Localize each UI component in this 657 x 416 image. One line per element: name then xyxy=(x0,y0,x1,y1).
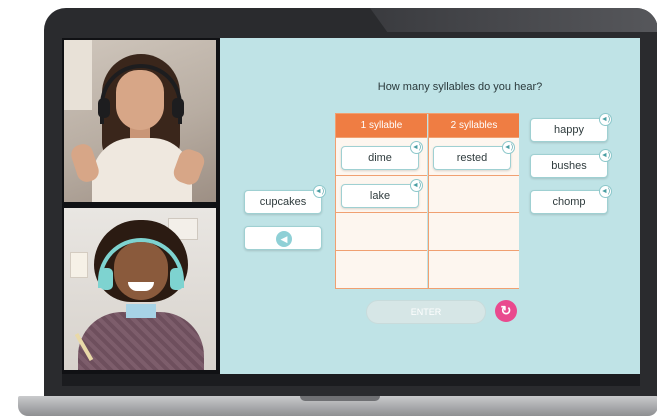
speaker-icon: ◀ xyxy=(276,231,292,247)
audio-icon[interactable]: ◄) xyxy=(313,185,326,198)
teacher-headset-ear-left xyxy=(98,98,110,118)
teacher-headset-ear-right xyxy=(172,98,184,118)
reset-icon[interactable]: ↻ xyxy=(495,300,517,322)
background-shelf xyxy=(64,40,92,110)
audio-icon[interactable]: ◄) xyxy=(599,149,612,162)
student-headset-ear-left xyxy=(100,268,113,290)
drop-cell[interactable] xyxy=(429,250,519,288)
word-label: bushes xyxy=(551,160,587,172)
drop-cell[interactable] xyxy=(336,213,427,251)
word-card-happy[interactable]: happy ◄) xyxy=(530,113,612,142)
syllable-game-panel: How many syllables do you hear? cupcakes… xyxy=(220,38,640,374)
word-card-cupcakes[interactable]: cupcakes ◄) xyxy=(244,185,326,214)
drop-cell[interactable] xyxy=(429,213,519,251)
column-2-syllables: 2 syllables xyxy=(428,114,519,288)
word-label: lake xyxy=(369,190,391,202)
word-card-bushes[interactable]: bushes ◄) xyxy=(530,149,612,178)
audio-icon[interactable]: ◄) xyxy=(410,179,423,192)
word-label: happy xyxy=(554,124,584,136)
student-headset-ear-right xyxy=(170,268,183,290)
wall-drawing xyxy=(70,252,88,278)
word-label: rested xyxy=(456,152,488,164)
audio-icon[interactable]: ◄) xyxy=(599,113,612,126)
question-text: How many syllables do you hear? xyxy=(377,81,543,93)
screen-bezel-bottom xyxy=(62,372,640,386)
word-card-dime[interactable]: dime ◄) xyxy=(341,141,423,170)
laptop-sheen xyxy=(370,8,657,32)
drop-cell[interactable] xyxy=(336,250,427,288)
audio-icon[interactable]: ◄) xyxy=(599,185,612,198)
student-collar xyxy=(126,304,156,318)
audio-icon[interactable]: ◄) xyxy=(410,141,423,154)
word-label: dime xyxy=(368,152,392,164)
column-header: 2 syllables xyxy=(429,114,519,138)
laptop-screen: How many syllables do you hear? cupcakes… xyxy=(62,38,640,374)
word-label: cupcakes xyxy=(259,196,307,208)
word-label: chomp xyxy=(552,196,586,208)
video-feed-student xyxy=(64,208,216,370)
student-sweater xyxy=(78,312,204,370)
column-header: 1 syllable xyxy=(336,114,427,138)
video-feed-teacher xyxy=(64,40,216,202)
word-card-lake[interactable]: lake ◄) xyxy=(341,179,423,208)
drop-cell[interactable] xyxy=(429,175,519,213)
word-card-rested[interactable]: rested ◄) xyxy=(433,141,515,170)
laptop-notch xyxy=(300,396,380,401)
enter-button[interactable]: ENTER xyxy=(366,300,486,324)
audio-icon[interactable]: ◄) xyxy=(502,141,515,154)
word-card-chomp[interactable]: chomp ◄) xyxy=(530,185,612,214)
play-audio-button[interactable]: ◀ xyxy=(244,226,322,250)
